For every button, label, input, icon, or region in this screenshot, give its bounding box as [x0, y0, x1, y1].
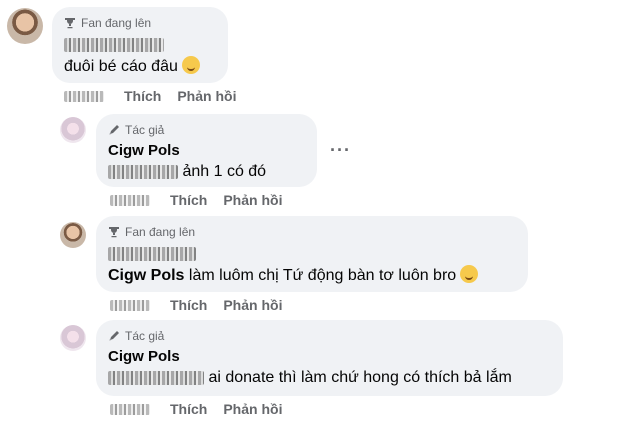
smiling-face-emoji	[181, 56, 200, 74]
timestamp-blurred[interactable]	[64, 90, 104, 102]
mention-blurred[interactable]	[108, 370, 204, 385]
comment-text: ảnh 1 có đó	[108, 161, 305, 183]
badge-label: Tác giả	[125, 123, 165, 137]
commenter-avatar[interactable]	[60, 222, 86, 248]
comment-actions: Thích Phản hồi	[110, 297, 298, 313]
reply-bubble: Tác giả Cigw Pols ảnh 1 có đó	[96, 114, 317, 187]
comment-text: Cigw Pols làm luôm chị Tứ động bàn tơ lu…	[108, 265, 516, 287]
like-button[interactable]: Thích	[170, 401, 207, 417]
author-name-blurred[interactable]	[108, 243, 516, 265]
badge-label: Tác giả	[125, 329, 165, 343]
author-badge: Tác giả	[108, 328, 551, 344]
comment-bubble: Fan đang lên đuôi bé cáo đâu	[52, 7, 228, 83]
more-options-icon[interactable]: ···	[330, 140, 351, 161]
comment-actions: Thích Phản hồi	[64, 88, 252, 104]
reply-button[interactable]: Phản hồi	[223, 192, 282, 208]
timestamp-blurred[interactable]	[110, 299, 150, 311]
author-name-blurred[interactable]	[64, 34, 216, 56]
commenter-avatar[interactable]	[7, 8, 43, 44]
reply-button[interactable]: Phản hồi	[223, 401, 282, 417]
mention-link[interactable]: Cigw Pols	[108, 267, 184, 284]
author-name[interactable]: Cigw Pols	[108, 141, 305, 161]
smiling-face-emoji	[460, 265, 479, 283]
fan-badge: Fan đang lên	[64, 15, 216, 31]
reply-button[interactable]: Phản hồi	[177, 88, 236, 104]
like-button[interactable]: Thích	[170, 192, 207, 208]
like-button[interactable]: Thích	[170, 297, 207, 313]
comment-text: ai donate thì làm chứ hong có thích bả l…	[108, 367, 551, 389]
reply-button[interactable]: Phản hồi	[223, 297, 282, 313]
badge-label: Fan đang lên	[81, 16, 152, 30]
like-button[interactable]: Thích	[124, 88, 161, 104]
badge-label: Fan đang lên	[125, 225, 196, 239]
timestamp-blurred[interactable]	[110, 194, 150, 206]
fan-badge: Fan đang lên	[108, 224, 516, 240]
trophy-icon	[65, 18, 75, 29]
author-name[interactable]: Cigw Pols	[108, 347, 551, 367]
comment-actions: Thích Phản hồi	[110, 401, 298, 417]
author-avatar[interactable]	[60, 325, 86, 351]
comment-text: đuôi bé cáo đâu	[64, 56, 216, 78]
mention-blurred[interactable]	[108, 164, 178, 179]
comment-actions: Thích Phản hồi	[110, 192, 298, 208]
reply-bubble: Fan đang lên Cigw Pols làm luôm chị Tứ đ…	[96, 216, 528, 292]
reply-bubble: Tác giả Cigw Pols ai donate thì làm chứ …	[96, 320, 563, 396]
pencil-icon	[109, 331, 119, 341]
timestamp-blurred[interactable]	[110, 403, 150, 415]
author-avatar[interactable]	[60, 117, 86, 143]
pencil-icon	[109, 125, 119, 135]
author-badge: Tác giả	[108, 122, 305, 138]
trophy-icon	[109, 227, 119, 238]
